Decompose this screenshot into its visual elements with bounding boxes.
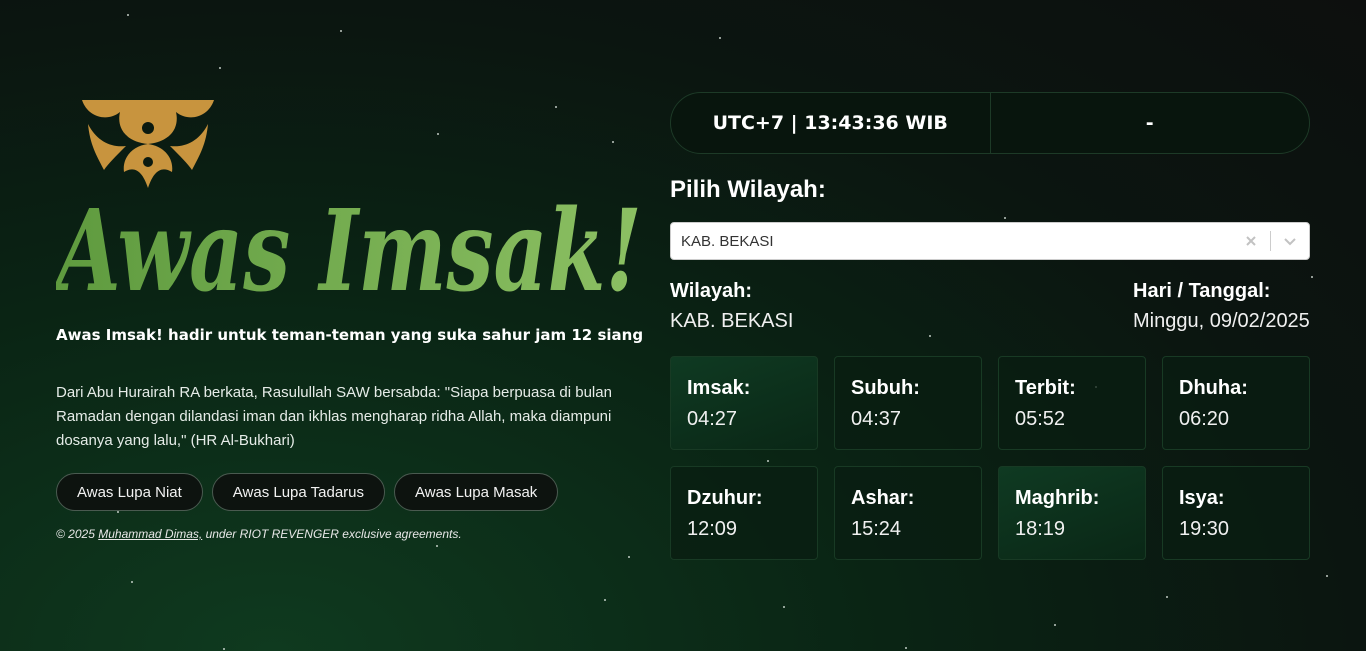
prayer-name: Maghrib:	[1015, 487, 1100, 509]
current-time: UTC+7 | 13:43:36 WIB	[712, 112, 948, 134]
mandala-ornament-icon	[82, 100, 214, 188]
clock-bar: UTC+7 | 13:43:36 WIB -	[670, 92, 1310, 154]
copyright: © 2025 Muhammad Dimas, under RIOT REVENG…	[56, 527, 462, 541]
author-link[interactable]: Muhammad Dimas,	[98, 527, 202, 541]
prayer-name: Subuh:	[851, 377, 920, 399]
awas-lupa-tadarus-button[interactable]: Awas Lupa Tadarus	[211, 473, 386, 511]
tagline: Awas Imsak! hadir untuk teman-teman yang…	[56, 326, 644, 344]
prayer-card-dhuha: Dhuha: 06:20	[1162, 356, 1310, 450]
prayer-time: 04:37	[851, 408, 902, 430]
prayer-time: 04:27	[687, 408, 738, 430]
prayer-time: 18:19	[1015, 518, 1066, 540]
prayer-name: Isya:	[1179, 487, 1225, 509]
prayer-time: 15:24	[851, 518, 902, 540]
region-select-value[interactable]: KAB. BEKASI	[671, 233, 1232, 250]
prayer-card-imsak: Imsak: 04:27	[670, 356, 818, 450]
prayer-card-maghrib: Maghrib: 18:19	[998, 466, 1146, 560]
chevron-down-icon[interactable]	[1271, 223, 1309, 259]
prayer-time: 05:52	[1015, 408, 1066, 430]
region-select[interactable]: KAB. BEKASI	[670, 222, 1310, 260]
prayer-name: Imsak:	[687, 377, 751, 399]
prayer-card-isya: Isya: 19:30	[1162, 466, 1310, 560]
copyright-prefix: © 2025	[56, 527, 99, 541]
region-value: KAB. BEKASI	[670, 310, 794, 332]
hadith-quote: Dari Abu Hurairah RA berkata, Rasulullah…	[56, 384, 612, 449]
app-logo: Awas Imsak!	[56, 186, 642, 312]
logo-text: Awas Imsak!	[56, 186, 642, 312]
date-info: Hari / Tanggal: Minggu, 09/02/2025	[1133, 280, 1310, 333]
awas-lupa-niat-button[interactable]: Awas Lupa Niat	[56, 473, 203, 511]
link-pills: Awas Lupa Niat Awas Lupa Tadarus Awas Lu…	[56, 473, 559, 511]
copyright-suffix: under RIOT REVENGER exclusive agreements…	[202, 527, 462, 541]
prayer-time: 12:09	[687, 518, 738, 540]
prayer-card-dzuhur: Dzuhur: 12:09	[670, 466, 818, 560]
prayer-times-grid: Imsak: 04:27 Subuh: 04:37 Terbit: 05:52 Dhu…	[670, 356, 1310, 560]
prayer-name: Dzuhur:	[687, 487, 763, 509]
awas-lupa-masak-button[interactable]: Awas Lupa Masak	[394, 473, 559, 511]
region-info: Wilayah: KAB. BEKASI	[670, 280, 793, 333]
prayer-card-subuh: Subuh: 04:37	[834, 356, 982, 450]
region-picker-label: Pilih Wilayah:	[670, 176, 826, 203]
prayer-card-terbit: Terbit: 05:52	[998, 356, 1146, 450]
clear-icon[interactable]	[1232, 223, 1270, 259]
date-label: Hari / Tanggal:	[1133, 280, 1271, 302]
countdown-status: -	[989, 93, 1310, 153]
prayer-name: Terbit:	[1015, 377, 1076, 399]
prayer-name: Ashar:	[851, 487, 915, 509]
region-label: Wilayah:	[670, 280, 753, 302]
prayer-name: Dhuha:	[1179, 377, 1248, 399]
prayer-card-ashar: Ashar: 15:24	[834, 466, 982, 560]
prayer-time: 06:20	[1179, 408, 1230, 430]
prayer-time: 19:30	[1179, 518, 1230, 540]
date-value: Minggu, 09/02/2025	[1133, 310, 1310, 332]
